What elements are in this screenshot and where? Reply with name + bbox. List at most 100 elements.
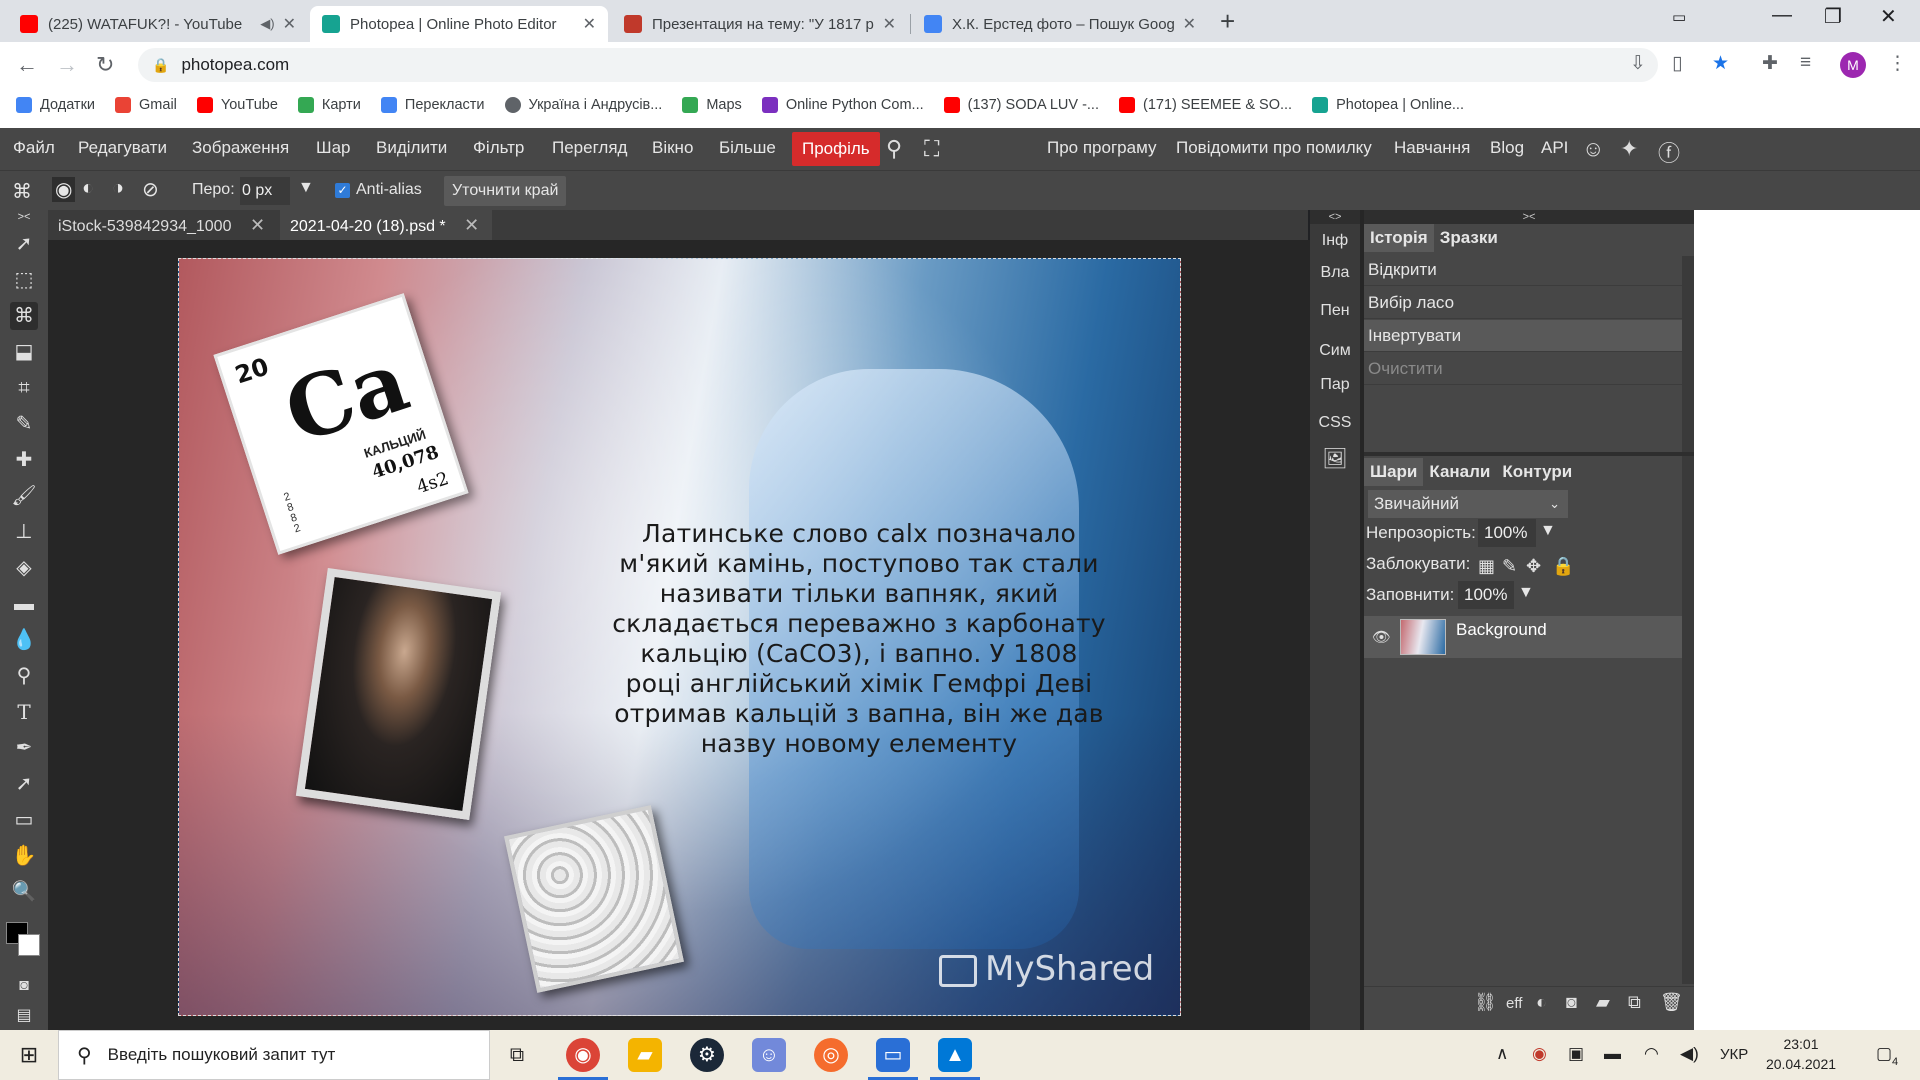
close-tab-icon[interactable]: ✕ xyxy=(283,14,296,34)
menu-layer[interactable]: Шар xyxy=(316,138,351,158)
document-tab[interactable]: iStock-539842934_1000 ✕ xyxy=(48,210,278,240)
panel-expand-icon[interactable]: <> xyxy=(1310,210,1360,224)
close-tab-icon[interactable]: ✕ xyxy=(1183,14,1196,34)
menu-blog[interactable]: Blog xyxy=(1490,138,1524,158)
stamp-tool-icon[interactable]: ⊥ xyxy=(10,518,38,546)
antivirus-icon[interactable]: ◉ xyxy=(1532,1044,1547,1064)
feather-dropdown-icon[interactable]: ▼ xyxy=(298,179,314,197)
close-document-icon[interactable]: ✕ xyxy=(464,215,479,235)
eraser-tool-icon[interactable]: ◈ xyxy=(10,554,38,582)
lasso-tool-icon[interactable]: ⌘ xyxy=(12,179,32,204)
history-item-undone[interactable]: Очистити xyxy=(1364,353,1682,385)
facebook-icon[interactable]: ⓕ xyxy=(1658,136,1680,168)
taskbar-search[interactable]: ⚲ Введіть пошуковий запит тут xyxy=(58,1030,490,1080)
windows-start-icon[interactable]: ⊞ xyxy=(0,1030,58,1080)
image-icon[interactable]: 🖼 xyxy=(1310,446,1360,471)
refine-edge-button[interactable]: Уточнити край xyxy=(444,176,567,206)
media-icon[interactable]: ≡ xyxy=(1800,52,1811,74)
task-view-icon[interactable]: ⧉ xyxy=(500,1038,534,1072)
wifi-icon[interactable]: ◠ xyxy=(1644,1044,1659,1064)
bookmark-seemee[interactable]: (171) SEEMEE & SO... xyxy=(1119,97,1292,113)
selection-new-icon[interactable]: ◉ xyxy=(52,177,76,202)
selection-intersect-icon[interactable]: ⊘ xyxy=(142,177,159,202)
mini-tab-css[interactable]: CSS xyxy=(1310,414,1360,432)
menu-view[interactable]: Перегляд xyxy=(552,138,627,158)
type-tool-icon[interactable]: T xyxy=(10,698,38,726)
lasso-tool-icon[interactable]: ⌘ xyxy=(10,302,38,330)
antialias-checkbox[interactable]: ✓ xyxy=(335,183,350,198)
speaker-icon[interactable]: ◀) xyxy=(260,16,274,32)
hand-tool-icon[interactable]: ✋ xyxy=(10,842,38,870)
panel-collapse-icon[interactable]: >< xyxy=(10,210,38,224)
menu-more[interactable]: Більше xyxy=(719,138,776,158)
extensions-icon[interactable]: ✚ xyxy=(1762,52,1778,75)
menu-image[interactable]: Зображення xyxy=(192,138,289,158)
menu-edit[interactable]: Редагувати xyxy=(78,138,167,158)
new-tab-button[interactable]: + xyxy=(1220,6,1235,37)
dodge-tool-icon[interactable]: ⚲ xyxy=(10,662,38,690)
panel-collapse-icon[interactable]: >< xyxy=(1364,210,1694,224)
move-tool-icon[interactable]: ➚ xyxy=(10,230,38,258)
profile-avatar[interactable]: M xyxy=(1840,52,1866,78)
bookmark-soda[interactable]: (137) SODA LUV -... xyxy=(943,97,1099,113)
opacity-input[interactable]: 100% xyxy=(1478,519,1536,547)
tab-swatches[interactable]: Зразки xyxy=(1434,224,1504,252)
healing-tool-icon[interactable]: ✚ xyxy=(10,446,38,474)
selection-add-icon[interactable]: ◐ xyxy=(82,177,94,200)
layers-scrollbar[interactable] xyxy=(1682,456,1694,984)
new-layer-icon[interactable]: ⧉ xyxy=(1628,992,1641,1013)
app-window-icon[interactable]: ▭ xyxy=(868,1038,918,1080)
notifications-icon[interactable]: ▢ xyxy=(1876,1044,1892,1064)
lock-position-icon[interactable]: ✥ xyxy=(1526,556,1541,577)
brush-tool-icon[interactable]: 🖌 xyxy=(10,482,38,510)
path-select-tool-icon[interactable]: ➚ xyxy=(10,770,38,798)
taskbar-clock[interactable]: 23:01 20.04.2021 xyxy=(1755,1034,1847,1074)
lock-transparency-icon[interactable]: ▦ xyxy=(1478,556,1495,577)
browser-tab-photopea[interactable]: Photopea | Online Photo Editor ✕ xyxy=(310,6,608,42)
opacity-dropdown-icon[interactable]: ▼ xyxy=(1540,522,1556,540)
discord-icon[interactable]: ☺ xyxy=(752,1038,786,1072)
bookmark-photopea[interactable]: Photopea | Online... xyxy=(1312,97,1464,113)
tab-history[interactable]: Історія xyxy=(1364,224,1434,252)
menu-filter[interactable]: Фільтр xyxy=(473,138,524,158)
tray-overflow-icon[interactable]: ∧ xyxy=(1496,1044,1508,1064)
layer-mask-icon[interactable]: ◙ xyxy=(1566,992,1577,1013)
feather-input[interactable]: 0 px xyxy=(240,177,290,205)
history-item-current[interactable]: Інвертувати xyxy=(1364,320,1682,352)
browser-tab-presentation[interactable]: Презентация на тему: "У 1817 р ✕ xyxy=(612,6,908,42)
url-text[interactable]: photopea.com xyxy=(181,55,289,75)
menu-report-bug[interactable]: Повідомити про помилку xyxy=(1176,138,1372,158)
background-color-swatch[interactable] xyxy=(18,934,40,956)
browser-tab-youtube[interactable]: (225) WATAFUK?! - YouTube ◀) ✕ xyxy=(8,6,308,42)
marquee-tool-icon[interactable]: ⬚ xyxy=(10,266,38,294)
blend-mode-select[interactable]: Звичайний ⌄ xyxy=(1368,490,1568,518)
address-bar[interactable]: 🔒 photopea.com xyxy=(138,48,1658,82)
close-tab-icon[interactable]: ✕ xyxy=(883,14,896,34)
fill-dropdown-icon[interactable]: ▼ xyxy=(1518,584,1534,602)
panel-separator[interactable] xyxy=(1364,452,1694,456)
bookmark-maps[interactable]: Maps xyxy=(682,97,742,113)
install-icon[interactable]: ⇩ xyxy=(1630,52,1646,75)
forward-button[interactable]: → xyxy=(56,52,78,78)
battery-icon[interactable]: ▬ xyxy=(1604,1044,1621,1064)
bookmark-star-icon[interactable]: ★ xyxy=(1712,52,1729,75)
language-indicator[interactable]: УКР xyxy=(1720,1046,1748,1063)
history-scrollbar[interactable] xyxy=(1682,256,1694,452)
menu-api[interactable]: API xyxy=(1541,138,1568,158)
shape-tool-icon[interactable]: ▭ xyxy=(10,806,38,834)
lock-pixels-icon[interactable]: ✎ xyxy=(1502,556,1517,577)
meet-now-icon[interactable]: ▣ xyxy=(1568,1044,1584,1064)
mini-tab-brush[interactable]: Пен xyxy=(1310,302,1360,320)
search-icon[interactable]: ⚲ xyxy=(886,136,902,162)
origin-icon[interactable]: ◎ xyxy=(814,1038,848,1072)
menu-select[interactable]: Виділити xyxy=(376,138,447,158)
lock-icon[interactable]: 🔒 xyxy=(152,57,169,74)
profile-button[interactable]: Профіль xyxy=(792,132,880,166)
minimize-button[interactable]: — xyxy=(1772,4,1792,27)
close-window-button[interactable]: ✕ xyxy=(1880,4,1897,29)
bookmark-python[interactable]: Online Python Com... xyxy=(761,97,924,113)
reload-button[interactable]: ↻ xyxy=(96,52,114,78)
bookmark-gmail[interactable]: Gmail xyxy=(115,97,177,113)
quick-mask-icon[interactable]: ◙ xyxy=(10,972,38,1000)
back-button[interactable]: ← xyxy=(16,52,38,78)
